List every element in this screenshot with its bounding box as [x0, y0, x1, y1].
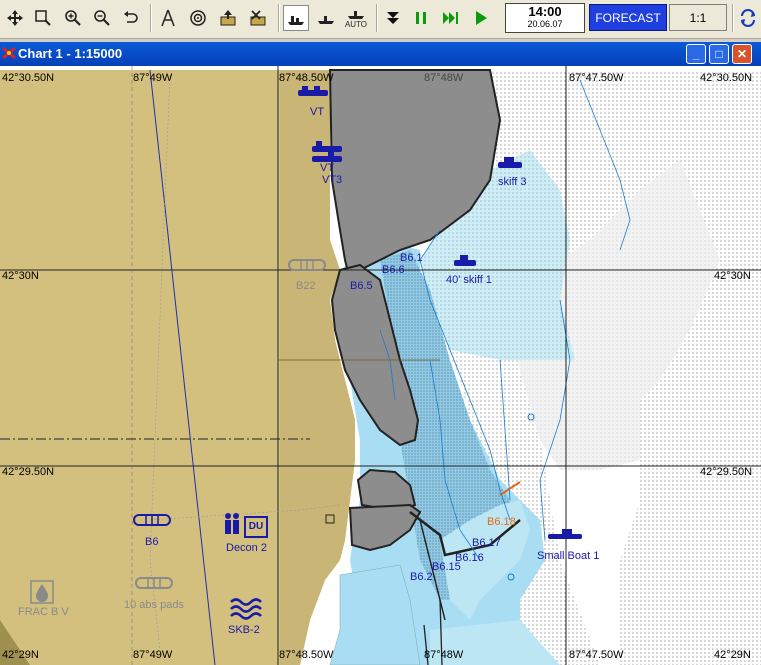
decon-2-people-icon[interactable] [222, 512, 246, 538]
lat-label-29-left: 42°29N [2, 649, 39, 661]
small-boat-1-icon[interactable] [546, 528, 586, 542]
export-icon[interactable] [215, 5, 241, 31]
lon-label-48-bottom: 87°48W [424, 649, 464, 661]
boom-b22-label: B22 [296, 280, 316, 292]
clock-time: 14:00 [528, 4, 562, 19]
step-back-icon[interactable] [380, 5, 406, 31]
main-toolbar: AUTO 14:00 20.06.07 FORECAST 1:1 [0, 0, 761, 39]
minimize-button[interactable]: _ [686, 44, 706, 64]
auto-mode-label: AUTO [344, 19, 368, 29]
lon-label-4750-top: 87°47.50W [569, 72, 624, 84]
boom-b618-label: B6.18 [487, 516, 516, 528]
boat-mode-icon[interactable] [313, 5, 339, 31]
lon-label-49-top: 87°49W [133, 72, 173, 84]
lat-label-3050-left: 42°30.50N [2, 72, 55, 84]
lon-label-49-bottom: 87°49W [133, 649, 173, 661]
vessel-vt3-label: VT3 [322, 174, 343, 186]
lat-label-2950-left: 42°29.50N [2, 466, 55, 478]
maximize-button[interactable]: □ [709, 44, 729, 64]
vessel-mode-icon[interactable] [283, 5, 309, 31]
auto-mode-button[interactable]: AUTO [343, 5, 369, 31]
zoom-window-icon[interactable] [30, 5, 56, 31]
lat-label-29-right: 42°29N [714, 649, 751, 661]
close-button[interactable]: ✕ [732, 44, 752, 64]
chart-map-canvas[interactable]: 42°30.50N 42°30.50N 42°30N 42°30N 42°29.… [0, 66, 761, 665]
zoom-in-icon[interactable] [60, 5, 86, 31]
boom-b66-label: B6.6 [382, 264, 405, 276]
boom-b65-label: B6.5 [350, 280, 373, 292]
lat-label-30-right: 42°30N [714, 270, 751, 282]
boom-b6-icon[interactable] [132, 513, 172, 527]
pan-tool-icon[interactable] [2, 5, 28, 31]
vessel-vt-label: VT [310, 106, 325, 118]
vessel-vt2-label: VT [320, 162, 335, 174]
skiff-1-label: 40' skiff 1 [446, 274, 492, 286]
pause-icon[interactable] [408, 5, 434, 31]
lat-label-3050-right: 42°30.50N [700, 72, 753, 84]
lon-label-4750-bottom: 87°47.50W [569, 649, 624, 661]
vessel-vt-icon[interactable] [296, 84, 332, 100]
lat-label-30-left: 42°30N [2, 270, 39, 282]
boom-b22-icon[interactable] [287, 258, 327, 272]
import-icon[interactable] [245, 5, 271, 31]
window-title: Chart 1 - 1:15000 [18, 46, 123, 61]
maximize-icon: □ [715, 47, 723, 61]
simulation-clock: 14:00 20.06.07 [505, 3, 585, 33]
lat-label-2950-right: 42°29.50N [700, 466, 753, 478]
minimize-icon: _ [692, 47, 700, 61]
small-boat-1-label: Small Boat 1 [537, 550, 600, 562]
skiff-1-icon[interactable] [452, 254, 478, 268]
skimmer-skb2-icon[interactable] [228, 596, 262, 622]
boom-b61-label: B6.1 [400, 252, 423, 264]
boom-b615-label: B6.15 [432, 561, 461, 573]
play-icon[interactable] [468, 5, 494, 31]
nautical-map[interactable] [0, 66, 761, 665]
close-icon: ✕ [736, 47, 748, 61]
skiff-3-label: skiff 3 [498, 176, 527, 188]
abs-pads-icon[interactable] [134, 576, 174, 590]
clock-date: 20.06.07 [527, 19, 563, 29]
chart-app-icon [2, 46, 16, 60]
chart-window-titlebar[interactable]: Chart 1 - 1:15000 _ □ ✕ [0, 42, 761, 66]
abs-pads-label: 10 abs pads [124, 599, 184, 611]
frac-b-v-label: FRAC B V [18, 606, 69, 618]
undo-zoom-icon[interactable] [118, 5, 144, 31]
decon-2-label: Decon 2 [226, 542, 267, 554]
boom-b617-label: B6.17 [472, 537, 501, 549]
skimmer-skb2-label: SKB-2 [228, 624, 260, 636]
scale-button[interactable]: 1:1 [669, 4, 727, 31]
skiff-3-icon[interactable] [496, 156, 524, 170]
draw-polygon-icon[interactable] [155, 5, 181, 31]
refresh-icon[interactable] [735, 5, 761, 31]
decon-du-icon: DU [244, 516, 268, 538]
frac-tank-icon[interactable] [30, 580, 54, 604]
boom-b6-label: B6 [145, 536, 159, 548]
forecast-button[interactable]: FORECAST [589, 4, 667, 31]
lon-label-4850-bottom: 87°48.50W [279, 649, 334, 661]
boom-b62-label: B6.2 [410, 571, 433, 583]
zoom-out-icon[interactable] [89, 5, 115, 31]
lon-label-48-top: 87°48W [424, 72, 464, 84]
target-icon[interactable] [185, 5, 211, 31]
fast-forward-icon[interactable] [438, 5, 464, 31]
lon-label-4850-top: 87°48.50W [279, 72, 334, 84]
